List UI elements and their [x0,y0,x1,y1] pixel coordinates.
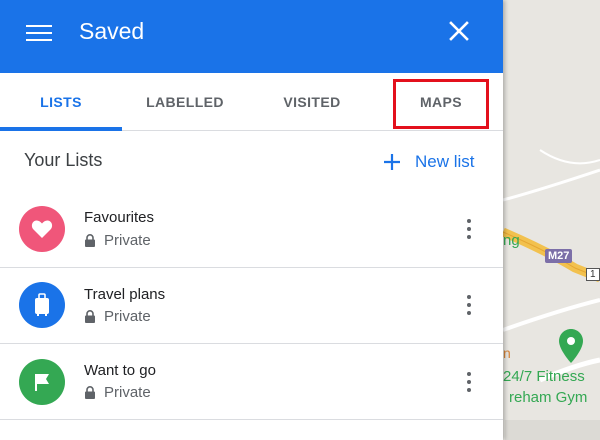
list-name: Favourites [84,209,155,226]
more-options-icon[interactable] [462,217,476,241]
lock-icon [85,310,95,323]
map-place-label: 24/7 Fitness [503,368,585,385]
tab-maps[interactable]: MAPS [393,73,489,131]
lists-header: Your Lists New list [0,140,503,184]
map-place-label: ng [503,232,520,249]
tab-labelled[interactable]: LABELLED [122,73,248,131]
saved-panel: Saved LISTS LABELLED VISITED MAPS Your L… [0,0,503,440]
list-item[interactable]: Want to go Private [0,344,503,420]
list-item[interactable]: Travel plans Private [0,268,503,344]
tab-lists[interactable]: LISTS [0,73,122,131]
list-privacy: Private [84,308,151,325]
more-options-icon[interactable] [462,370,476,394]
plus-icon [384,154,400,170]
more-options-icon[interactable] [462,293,476,317]
menu-icon-bar [26,32,52,34]
menu-icon-bar [26,39,52,41]
new-list-label: New list [415,152,475,171]
map-place-label: reham Gym [509,389,588,406]
close-button[interactable] [446,18,472,44]
menu-button[interactable] [26,22,52,44]
menu-icon-bar [26,25,52,27]
list-privacy: Private [84,384,151,401]
tab-visited[interactable]: VISITED [248,73,376,131]
lists-title: Your Lists [24,150,103,170]
panel-title: Saved [79,18,145,44]
suitcase-icon [19,282,65,328]
active-tab-indicator [0,127,122,131]
flag-icon [19,359,65,405]
map-place-label: n [503,345,511,361]
list-name: Want to go [84,362,156,379]
road-shield-partial: 1 [586,268,600,281]
list-item[interactable]: Favourites Private [0,192,503,268]
heart-icon [19,206,65,252]
list-name: Travel plans [84,286,166,303]
close-icon [449,21,469,41]
new-list-button[interactable]: New list [382,150,475,174]
road-shield: M27 [545,249,573,263]
panel-header: Saved [0,0,503,73]
privacy-label: Private [104,384,151,401]
tab-bar: LISTS LABELLED VISITED MAPS [0,73,503,131]
privacy-label: Private [104,232,151,249]
lock-icon [85,386,95,399]
privacy-label: Private [104,308,151,325]
lock-icon [85,234,95,247]
list-privacy: Private [84,232,151,249]
